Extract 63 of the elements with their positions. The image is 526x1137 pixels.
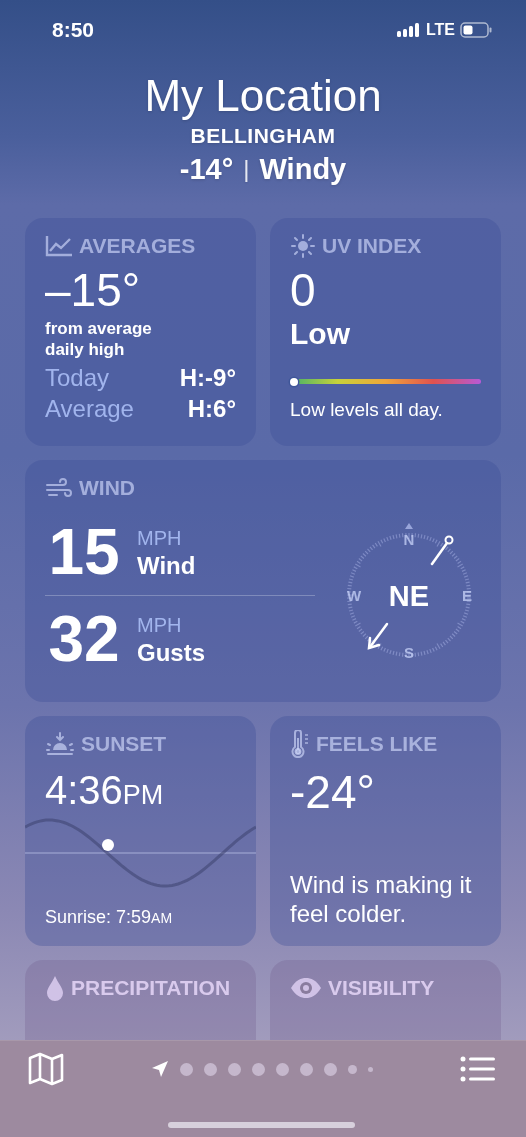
eye-icon [290, 977, 322, 999]
sun-icon [290, 233, 316, 259]
sunset-time: 4:36PM [45, 767, 165, 814]
speed-value: 32 [47, 601, 121, 676]
page-dot[interactable] [180, 1062, 193, 1076]
compass-north: N [403, 531, 415, 548]
card-title: WIND [79, 476, 135, 500]
chart-icon [45, 235, 73, 257]
card-title: AVERAGES [79, 234, 196, 258]
wind-arrow-tail [430, 535, 454, 566]
row-label: Today [45, 363, 110, 393]
page-dot[interactable] [252, 1062, 265, 1076]
speed-value: 15 [47, 514, 121, 589]
wind-direction: NE [388, 580, 430, 612]
page-dot[interactable] [348, 1064, 357, 1074]
high-value: H:-9° [179, 363, 236, 393]
network-label: LTE [425, 21, 455, 39]
wind-arrow-head [367, 622, 389, 650]
sunset-icon [45, 732, 75, 756]
battery-icon [460, 22, 492, 38]
compass-west: W [346, 587, 362, 604]
page-dot[interactable] [300, 1062, 313, 1076]
page-dot[interactable] [368, 1066, 373, 1072]
card-title: UV INDEX [322, 234, 422, 258]
location-title: My Location [144, 70, 382, 122]
speed-label: Wind [137, 551, 196, 580]
list-icon[interactable] [460, 1056, 496, 1082]
city-name: BELLINGHAM [190, 123, 336, 149]
unit-label: MPH [137, 525, 183, 551]
page-dot[interactable] [204, 1062, 217, 1076]
feels-like-temperature: -24° [290, 766, 376, 818]
compass-east: E [462, 587, 472, 604]
clock-time: 8:50 [52, 18, 95, 42]
uv-category: Low [290, 316, 351, 352]
location-arrow-icon[interactable] [151, 1060, 169, 1078]
wind-icon [45, 477, 73, 499]
north-marker-icon [405, 523, 413, 529]
feels-like-summary: Wind is making it feel colder. [290, 870, 473, 929]
compass-south: S [404, 644, 414, 661]
separator: | [243, 154, 250, 184]
card-title: SUNSET [81, 732, 167, 756]
uv-value: 0 [290, 264, 317, 316]
uv-summary: Low levels all day. [290, 399, 444, 421]
sunrise-time: Sunrise: 7:59AM [45, 907, 173, 928]
unit-label: MPH [137, 612, 183, 638]
home-indicator[interactable] [168, 1122, 355, 1128]
drop-icon [45, 974, 65, 1002]
speed-label: Gusts [137, 638, 205, 667]
page-dot[interactable] [276, 1062, 289, 1076]
temperature-difference: –15° [45, 264, 142, 316]
card-title: FEELS LIKE [316, 732, 438, 756]
map-icon[interactable] [28, 1052, 64, 1086]
thermometer-icon [290, 730, 310, 758]
row-label: Average [45, 394, 134, 424]
high-value: H:6° [187, 394, 236, 424]
signal-icon [396, 23, 421, 37]
page-dot[interactable] [324, 1062, 337, 1076]
condition-label: Windy [259, 152, 347, 187]
current-temperature: -14° [179, 152, 234, 187]
card-title: PRECIPITATION [71, 976, 231, 1000]
page-dot[interactable] [228, 1062, 241, 1076]
card-title: VISIBILITY [328, 976, 435, 1000]
caption: from average daily high [45, 318, 153, 360]
